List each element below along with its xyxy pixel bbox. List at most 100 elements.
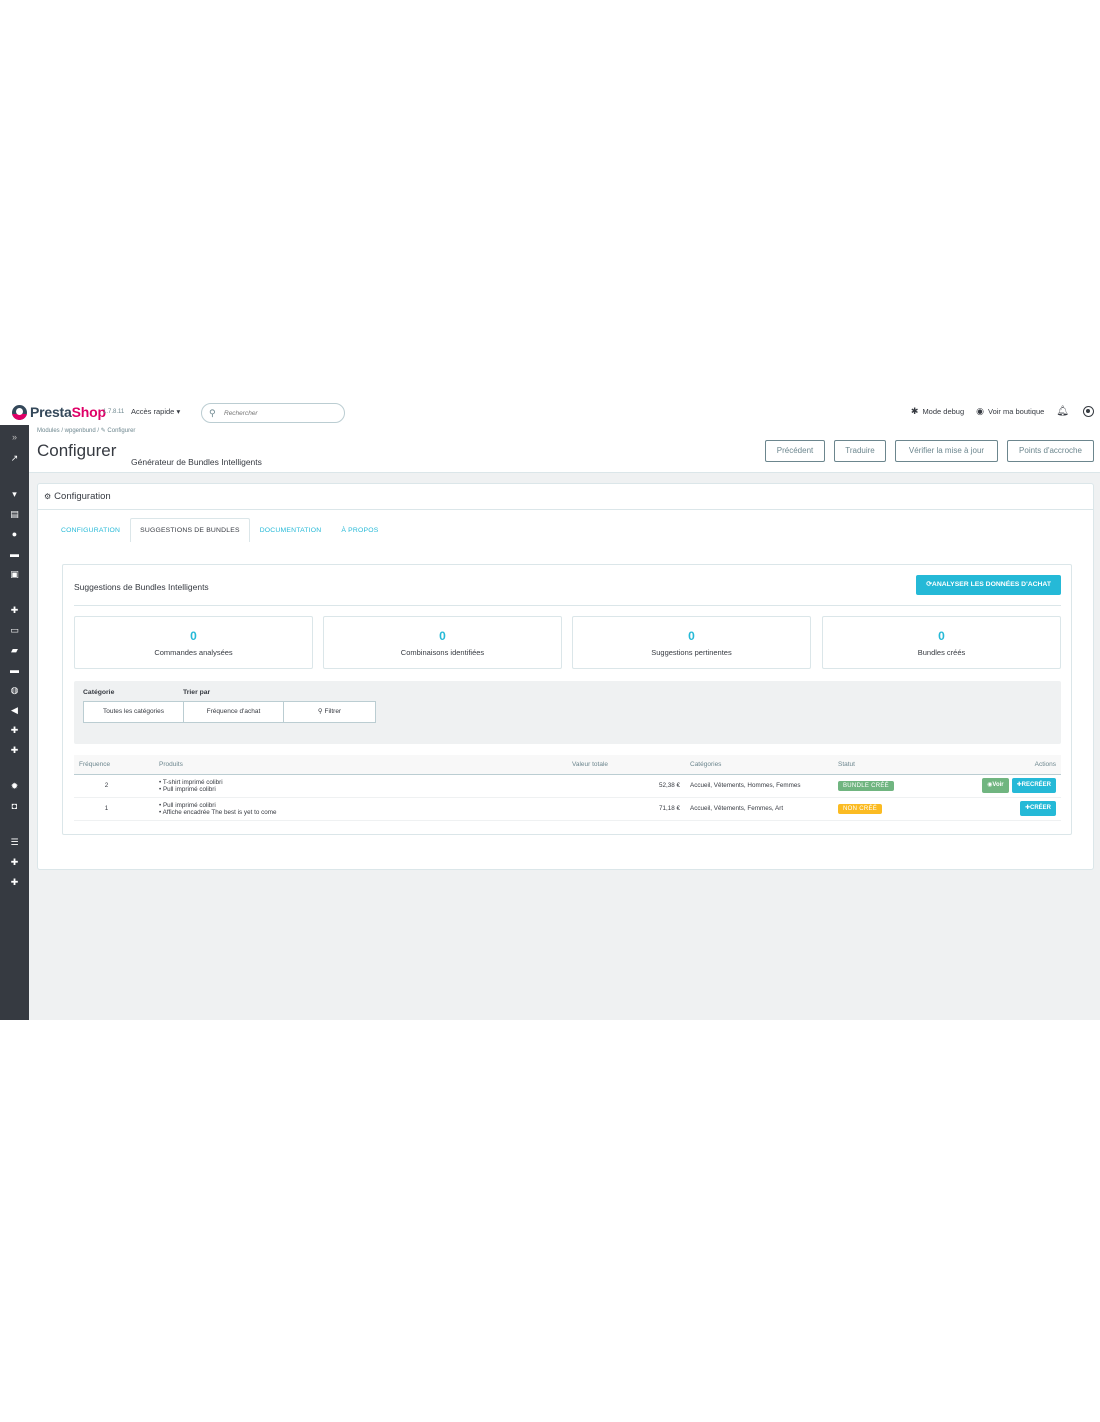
orders-basket-icon[interactable]: ▾ [0, 488, 29, 500]
status-cell: NON CRÉÉ [833, 797, 933, 821]
debug-mode-link[interactable]: Mode debug [922, 407, 964, 416]
customers-user-icon[interactable]: ● [0, 528, 29, 540]
hooks-button[interactable]: Points d'accroche [1007, 440, 1094, 462]
tab-configuration[interactable]: CONFIGURATION [51, 518, 130, 542]
sort-select[interactable]: Fréquence d'achat [183, 701, 284, 723]
module-puzzle-icon-2[interactable]: ✚ [0, 744, 29, 756]
prestashop-logo[interactable]: PrestaShop [12, 404, 106, 420]
actions-cell: ✚CRÉER [933, 797, 1061, 821]
card-title: Suggestions de Bundles Intelligents [74, 582, 209, 592]
bundle-suggestions-table: Fréquence Produits Valeur totale Catégor… [74, 755, 1061, 821]
modules-puzzle-icon[interactable]: ✚ [0, 604, 29, 616]
dashboard-trend-icon[interactable]: ↗ [0, 452, 29, 464]
panel-heading-label: Configuration [54, 491, 111, 502]
settings-gear-icon[interactable]: ✹ [0, 780, 29, 792]
tab-about[interactable]: À PROPOS [331, 518, 388, 542]
eye-icon: ◉ [976, 406, 984, 416]
header-right: ✱ Mode debug ◉ Voir ma boutique 🔔︎ [911, 406, 1094, 417]
stat-label: Commandes analysées [154, 648, 233, 657]
stat-value: 0 [938, 629, 945, 643]
tab-documentation[interactable]: DOCUMENTATION [250, 518, 332, 542]
product-item: • T-shirt imprimé colibri [159, 778, 223, 786]
table-row: 2 • T-shirt imprimé colibri • Pull impri… [74, 774, 1061, 798]
stat-label: Bundles créés [917, 648, 966, 657]
stats-chart-icon[interactable]: ▣ [0, 568, 29, 580]
logo-text-shop: Shop [71, 404, 106, 420]
sort-filter-label: Trier par [183, 689, 211, 696]
col-total-value[interactable]: Valeur totale [567, 755, 685, 775]
create-button-label: CRÉER [1029, 805, 1051, 811]
breadcrumb[interactable]: Modules / wpgenbund / ✎ Configurer [37, 427, 135, 434]
check-update-button[interactable]: Vérifier la mise à jour [895, 440, 998, 462]
stat-bundles-created: 0 Bundles créés [822, 616, 1061, 669]
notifications-bell-icon[interactable]: 🔔︎ [1056, 406, 1069, 417]
products-cell: • T-shirt imprimé colibri • Pull imprimé… [154, 774, 567, 798]
table-row: 1 • Pull imprimé colibri • Affiche encad… [74, 797, 1061, 821]
tab-bundle-suggestions[interactable]: SUGGESTIONS DE BUNDLES [130, 518, 250, 542]
status-badge: BUNDLE CRÉÉ [838, 780, 894, 791]
quick-access-dropdown[interactable]: Accès rapide ▾ [131, 407, 180, 416]
advanced-settings-icon[interactable]: ◘ [0, 800, 29, 812]
product-item: • Pull imprimé colibri [159, 785, 216, 793]
view-button-label: Voir [992, 782, 1004, 788]
frequency-cell: 2 [74, 774, 154, 798]
analyze-purchase-data-button[interactable]: ⟳ANALYSER LES DONNÉES D'ACHAT [916, 575, 1061, 595]
sliders-icon[interactable]: ☰ [0, 836, 29, 848]
recreate-button-label: RECRÉER [1021, 782, 1051, 788]
stat-combinations-identified: 0 Combinaisons identifiées [323, 616, 562, 669]
shipping-truck-icon[interactable]: ▰ [0, 644, 29, 656]
module-puzzle-icon-3[interactable]: ✚ [0, 856, 29, 868]
tab-bar: CONFIGURATION SUGGESTIONS DE BUNDLES DOC… [51, 518, 388, 542]
configuration-panel: ⚙ Configuration CONFIGURATION SUGGESTION… [37, 483, 1094, 870]
cogs-icon: ⚙ [44, 492, 52, 501]
module-puzzle-icon-4[interactable]: ✚ [0, 876, 29, 888]
search-input[interactable] [224, 407, 334, 419]
user-account-icon[interactable] [1083, 406, 1094, 417]
category-select[interactable]: Toutes les catégories [83, 701, 184, 723]
col-products[interactable]: Produits [154, 755, 567, 775]
catalog-store-icon[interactable]: ▤ [0, 508, 29, 520]
filter-button[interactable]: ⚲ Filtrer [283, 701, 376, 723]
recreate-bundle-button[interactable]: ✚RECRÉER [1011, 778, 1056, 793]
stat-label: Combinaisons identifiées [400, 648, 485, 657]
page-subtitle: Générateur de Bundles Intelligents [131, 457, 262, 467]
view-shop-link[interactable]: Voir ma boutique [988, 407, 1044, 416]
col-status[interactable]: Statut [833, 755, 933, 775]
search-icon: ⚲ [209, 408, 216, 418]
collapse-menu-icon[interactable]: » [0, 431, 29, 443]
filter-button-label: Filtrer [324, 708, 342, 715]
logo-text-presta: Presta [30, 404, 72, 420]
stat-value: 0 [688, 629, 695, 643]
status-badge: NON CRÉÉ [838, 803, 883, 814]
marketing-megaphone-icon[interactable]: ◀ [0, 704, 29, 716]
stat-relevant-suggestions: 0 Suggestions pertinentes [572, 616, 811, 669]
status-cell: BUNDLE CRÉÉ [833, 774, 933, 798]
create-bundle-button[interactable]: ✚CRÉER [1019, 801, 1056, 816]
translate-button[interactable]: Traduire [834, 440, 886, 462]
customer-service-chat-icon[interactable]: ▬ [0, 548, 29, 560]
filter-bar: Catégorie Trier par Toutes les catégorie… [74, 681, 1061, 744]
frequency-cell: 1 [74, 797, 154, 821]
previous-button[interactable]: Précédent [765, 440, 825, 462]
categories-cell: Accueil, Vêtements, Femmes, Art [685, 797, 833, 821]
version-label: 1.7.8.11 [103, 409, 125, 415]
design-monitor-icon[interactable]: ▭ [0, 624, 29, 636]
search-box[interactable]: ⚲ [201, 403, 345, 423]
payment-card-icon[interactable]: ▬ [0, 664, 29, 676]
panel-heading: ⚙ Configuration [38, 484, 1093, 510]
actions-cell: ◉Voir ✚RECRÉER [933, 774, 1061, 798]
suggestions-card: Suggestions de Bundles Intelligents ⟳ANA… [62, 564, 1072, 835]
stat-orders-analyzed: 0 Commandes analysées [74, 616, 313, 669]
page-title: Configurer [37, 441, 117, 460]
product-item: • Pull imprimé colibri [159, 801, 216, 809]
stat-label: Suggestions pertinentes [651, 648, 732, 657]
module-puzzle-icon-1[interactable]: ✚ [0, 724, 29, 736]
international-globe-icon[interactable]: ◍ [0, 684, 29, 696]
stat-value: 0 [190, 629, 197, 643]
products-cell: • Pull imprimé colibri • Affiche encadré… [154, 797, 567, 821]
categories-cell: Accueil, Vêtements, Hommes, Femmes [685, 774, 833, 798]
col-frequency[interactable]: Fréquence [74, 755, 154, 775]
col-categories[interactable]: Catégories [685, 755, 833, 775]
card-divider [74, 605, 1061, 606]
view-bundle-button[interactable]: ◉Voir [982, 778, 1009, 793]
